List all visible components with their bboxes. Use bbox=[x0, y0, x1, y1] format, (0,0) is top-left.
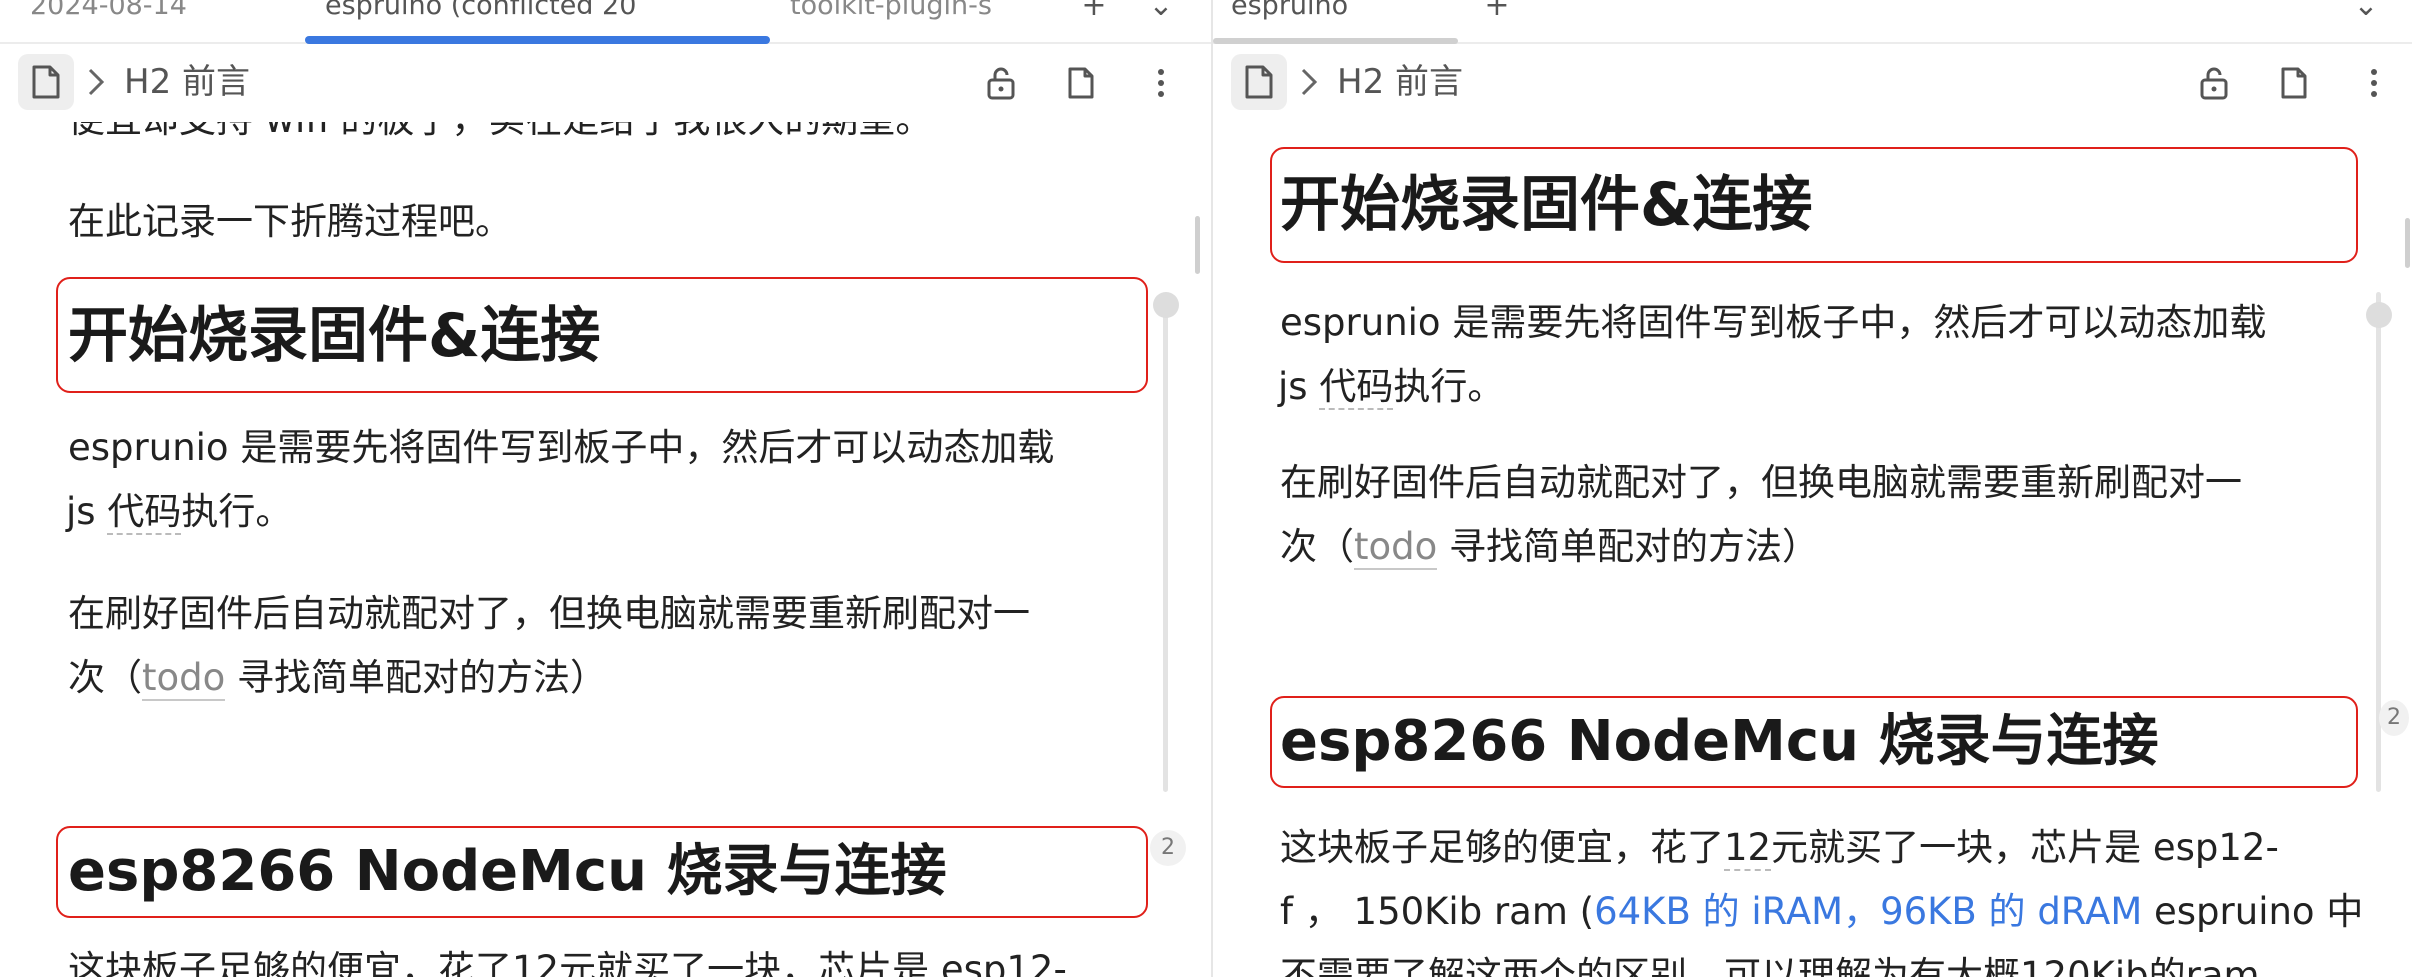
heading-esp8266[interactable]: esp8266 NodeMcu 烧录与连接 bbox=[68, 838, 946, 906]
todo-tag[interactable]: todo bbox=[1354, 525, 1438, 570]
more-vertical-icon bbox=[1158, 69, 1164, 97]
file-view-button[interactable] bbox=[1060, 62, 1102, 104]
heading-flash-firmware[interactable]: 开始烧录固件&连接 bbox=[1280, 169, 1812, 241]
heading-esp8266[interactable]: esp8266 NodeMcu 烧录与连接 bbox=[1280, 708, 2158, 776]
tab-espruino[interactable]: espruino bbox=[1231, 0, 1431, 26]
heading-level-label: H2 bbox=[124, 62, 172, 102]
paragraph-record: 在此记录一下折腾过程吧。 bbox=[68, 200, 512, 243]
scrollbar-thumb[interactable] bbox=[2405, 218, 2410, 268]
document-icon-button[interactable] bbox=[18, 54, 74, 110]
text-pair-suffix: 寻找简单配对的方法） bbox=[225, 656, 608, 699]
scrollbar-thumb[interactable] bbox=[1195, 216, 1200, 274]
document-content[interactable]: 开始烧录固件&连接 esprunio 是需要先将固件写到板子中，然后才可以动态加… bbox=[1213, 122, 2412, 977]
outline-rail-marker[interactable] bbox=[1153, 292, 1179, 318]
unlock-icon bbox=[2200, 67, 2228, 100]
paragraph-pair-line1: 在刷好固件后自动就配对了，但换电脑就需要重新刷配对一 bbox=[1280, 461, 2242, 504]
right-editor-pane: espruino + ⌄ H2 前言 开始烧录固件&连接 esprunio 是需… bbox=[1213, 0, 2412, 977]
heading-level-label: H2 bbox=[1337, 62, 1385, 102]
annotated-term-code[interactable]: 代码 bbox=[107, 490, 182, 535]
breadcrumb-heading[interactable]: H2 前言 bbox=[1337, 62, 1463, 102]
tab-espruino-conflicted[interactable]: espruino (conflicted 20 bbox=[325, 0, 705, 26]
paragraph-pair-line2: 次（todo 寻找简单配对的方法） bbox=[1280, 515, 1819, 579]
breadcrumb-title: 前言 bbox=[182, 62, 251, 102]
heading-count-badge: 2 bbox=[1150, 830, 1186, 866]
text-js: js bbox=[66, 490, 108, 533]
tab-2024-08-14[interactable]: 2024-08-14 bbox=[30, 0, 230, 26]
unlock-icon bbox=[987, 67, 1015, 100]
more-vertical-icon bbox=[2371, 69, 2377, 97]
file-icon bbox=[2281, 67, 2307, 99]
breadcrumb-heading[interactable]: H2 前言 bbox=[124, 62, 250, 102]
text-pair-prefix: 次（ bbox=[1280, 525, 1354, 568]
ram-link[interactable]: 64KB 的 iRAM，96KB 的 dRAM bbox=[1594, 890, 2142, 933]
outline-rail-marker[interactable] bbox=[2366, 302, 2392, 328]
lock-button[interactable] bbox=[980, 62, 1022, 104]
active-tab-indicator bbox=[1213, 38, 1458, 44]
annotated-term-price[interactable]: 12 bbox=[1724, 826, 1772, 871]
paragraph-pair-line2: 次（todo 寻找简单配对的方法） bbox=[68, 646, 607, 710]
paragraph-esprunio-line2: js 代码执行。 bbox=[66, 480, 292, 544]
breadcrumb-bar: H2 前言 bbox=[1213, 46, 2412, 122]
left-editor-pane: 2024-08-14 espruino (conflicted 20 toolk… bbox=[0, 0, 1211, 977]
todo-tag[interactable]: todo bbox=[142, 656, 226, 701]
tab-strip: 2024-08-14 espruino (conflicted 20 toolk… bbox=[0, 0, 1211, 44]
text-execute: 执行。 bbox=[1393, 365, 1505, 408]
tab-toolkit-plugin[interactable]: toolkit-plugin-s bbox=[790, 0, 1030, 26]
breadcrumb-bar: H2 前言 bbox=[0, 46, 1211, 122]
file-icon bbox=[1068, 67, 1094, 99]
paragraph-pair-line1: 在刷好固件后自动就配对了，但换电脑就需要重新刷配对一 bbox=[68, 592, 1030, 635]
text-pair-suffix: 寻找简单配对的方法） bbox=[1437, 525, 1820, 568]
paragraph-esprunio-line1: esprunio 是需要先将固件写到板子中，然后才可以动态加载 bbox=[1280, 301, 2267, 344]
text-board-a: 这块板子足够的便宜，花了 bbox=[1280, 826, 1724, 869]
breadcrumb-title: 前言 bbox=[1395, 62, 1464, 102]
more-options-button[interactable] bbox=[2353, 62, 2395, 104]
document-icon-button[interactable] bbox=[1231, 54, 1287, 110]
paragraph-esprunio-line1: esprunio 是需要先将固件写到板子中，然后才可以动态加载 bbox=[68, 426, 1055, 469]
text-pair-prefix: 次（ bbox=[68, 656, 142, 699]
paragraph-esprunio-line2: js 代码执行。 bbox=[1278, 355, 1504, 419]
new-tab-button[interactable]: + bbox=[1479, 0, 1515, 26]
paragraph-board-line2: f ， 150Kib ram (64KB 的 iRAM，96KB 的 dRAM … bbox=[1280, 880, 2363, 944]
text-execute: 执行。 bbox=[181, 490, 293, 533]
chevron-right-icon bbox=[1301, 68, 1318, 96]
heading-flash-firmware[interactable]: 开始烧录固件&连接 bbox=[68, 300, 600, 372]
text-board-b: 元就买了一块，芯片是 esp12- bbox=[1771, 826, 2279, 869]
document-icon bbox=[32, 65, 60, 99]
outline-rail bbox=[1163, 302, 1168, 792]
text-ram-suffix: espruino 中 bbox=[2142, 890, 2364, 933]
paragraph-board-line3: 不需要了解这两个的区别，可以理解为有大概120Kib的ram bbox=[1280, 954, 2260, 977]
new-tab-button[interactable]: + bbox=[1076, 0, 1112, 26]
paragraph-board: 这块板子足够的便宜，花了12元就买了一块，芯片是 esp12- bbox=[68, 948, 1067, 977]
paragraph-intro: 便宜却支持 wifi 的板子，实在是给了我很大的期望。 bbox=[68, 122, 932, 152]
active-tab-indicator bbox=[305, 36, 770, 44]
annotated-term-code[interactable]: 代码 bbox=[1319, 365, 1394, 410]
text-js: js bbox=[1278, 365, 1320, 408]
tab-strip: espruino + ⌄ bbox=[1213, 0, 2412, 44]
more-options-button[interactable] bbox=[1140, 62, 1182, 104]
document-content[interactable]: 便宜却支持 wifi 的板子，实在是给了我很大的期望。 在此记录一下折腾过程吧。… bbox=[0, 122, 1211, 977]
tab-list-menu-button[interactable]: ⌄ bbox=[2348, 0, 2384, 26]
text-ram-prefix: f ， 150Kib ram ( bbox=[1280, 890, 1595, 933]
heading-count-badge: 2 bbox=[2379, 700, 2409, 736]
tab-list-menu-button[interactable]: ⌄ bbox=[1143, 0, 1179, 26]
chevron-right-icon bbox=[88, 68, 105, 96]
paragraph-board-line1: 这块板子足够的便宜，花了12元就买了一块，芯片是 esp12- bbox=[1280, 816, 2279, 880]
file-view-button[interactable] bbox=[2273, 62, 2315, 104]
lock-button[interactable] bbox=[2193, 62, 2235, 104]
document-icon bbox=[1245, 65, 1273, 99]
